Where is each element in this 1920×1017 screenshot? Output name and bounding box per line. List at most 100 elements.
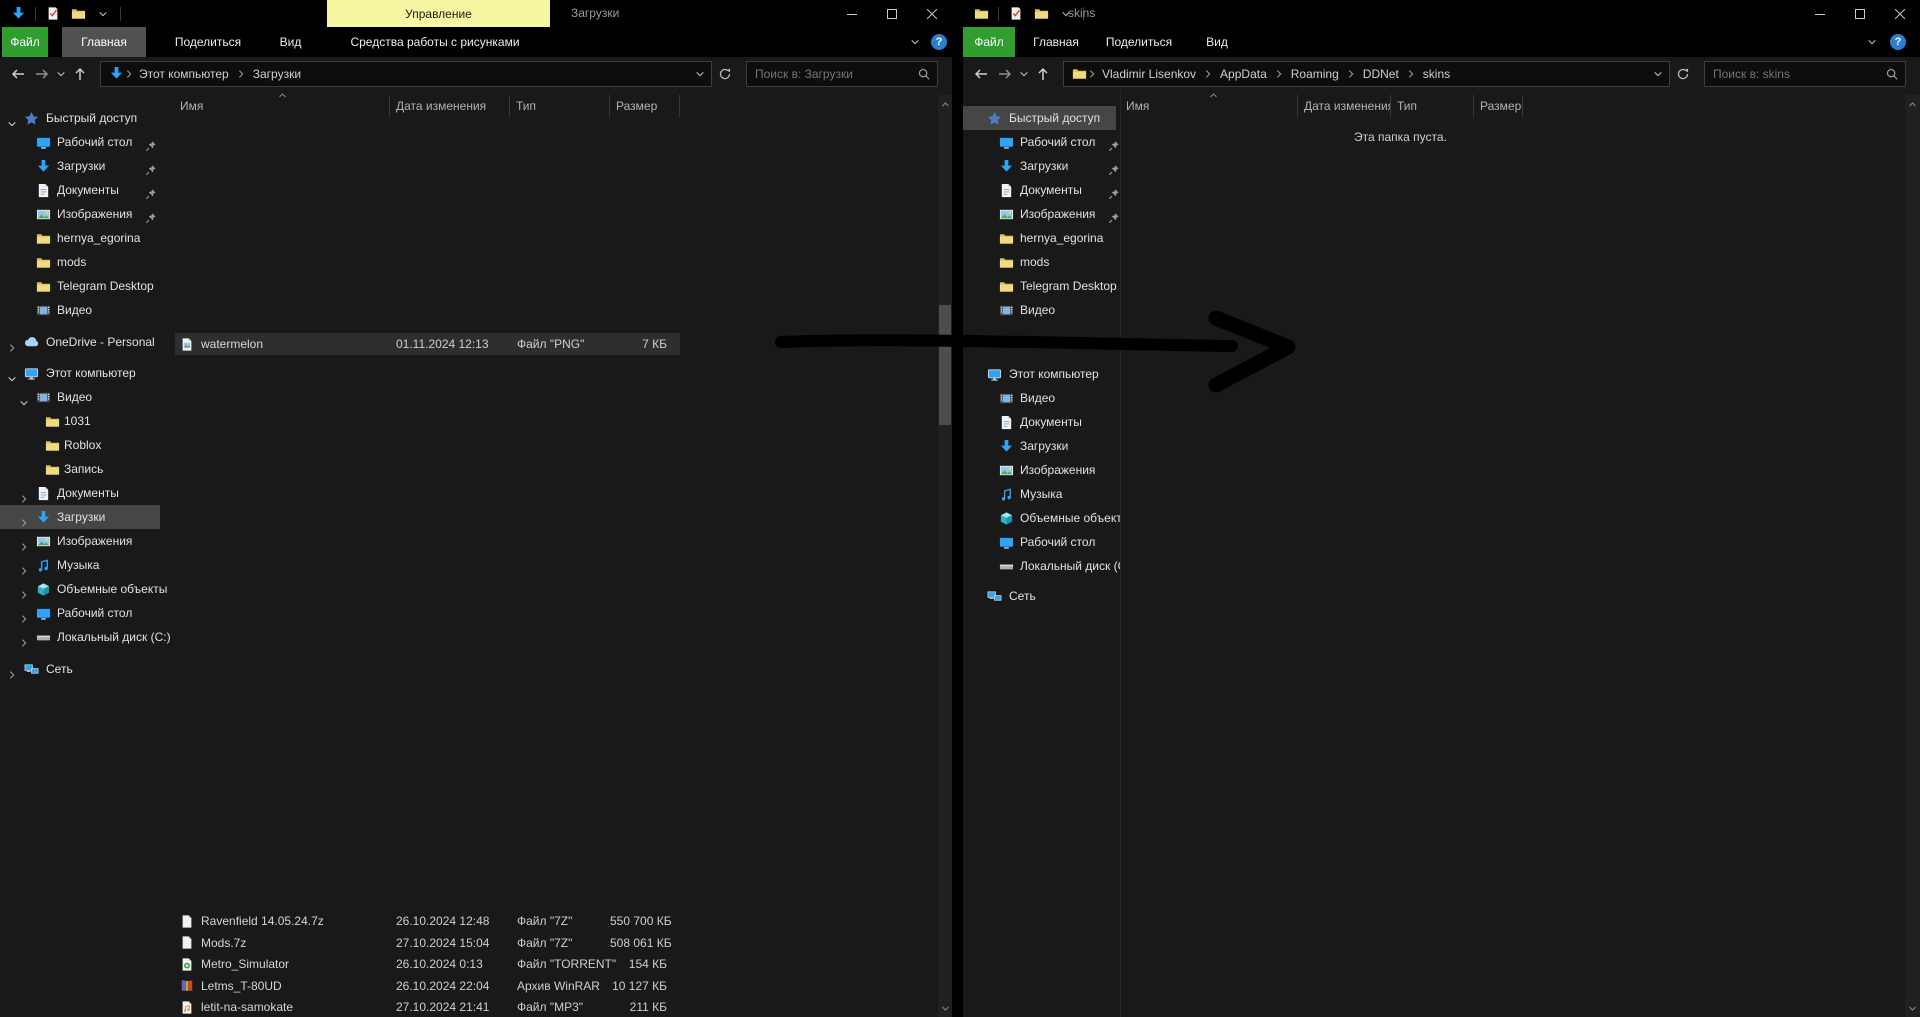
ribbon-tab-share[interactable]: Поделиться (1101, 27, 1177, 57)
ribbon-tab-view[interactable]: Вид (268, 27, 313, 57)
sidebar-item[interactable]: Запись (0, 457, 172, 481)
breadcrumb-segment[interactable]: DDNet (1358, 67, 1404, 81)
file-row[interactable]: Letms_T-80UD 26.10.2024 22:04 Архив WinRAR… (175, 975, 680, 997)
expand-chevron-icon[interactable] (7, 664, 17, 679)
contextual-tab-manage[interactable]: Управление (327, 0, 550, 27)
expand-chevron-icon[interactable] (19, 584, 29, 599)
breadcrumb-segment[interactable]: Vladimir Lisenkov (1097, 67, 1201, 81)
address-dropdown-chevron-icon[interactable] (695, 68, 707, 80)
scrollbar-thumb[interactable] (939, 305, 951, 425)
properties-check-icon[interactable] (45, 6, 61, 22)
recent-locations-chevron-icon[interactable] (54, 62, 68, 86)
sidebar-item[interactable]: Видео (0, 385, 172, 409)
ribbon-tab-home[interactable]: Главная (1027, 27, 1085, 57)
expand-chevron-icon[interactable] (19, 608, 29, 623)
sidebar-item[interactable]: Видео (963, 386, 1120, 410)
help-icon[interactable]: ? (931, 34, 947, 50)
sidebar-item[interactable]: Локальный диск (C:) (0, 625, 172, 649)
maximize-button[interactable] (1840, 0, 1880, 27)
recent-locations-chevron-icon[interactable] (1017, 62, 1031, 86)
vertical-scrollbar[interactable] (938, 95, 952, 1017)
sidebar-item[interactable]: Изображения (963, 458, 1120, 482)
back-button[interactable] (969, 62, 993, 86)
new-folder-icon[interactable] (1033, 6, 1049, 22)
sidebar-item[interactable]: hernya_egorina (0, 226, 172, 250)
properties-check-icon[interactable] (1008, 6, 1024, 22)
sidebar-item[interactable]: Сеть (963, 584, 1120, 608)
sidebar-item[interactable]: mods (0, 250, 172, 274)
search-icon[interactable] (1882, 64, 1902, 84)
column-header-size[interactable]: Размер (610, 95, 680, 117)
refresh-icon[interactable] (712, 62, 738, 86)
sidebar-item[interactable]: Объемные объекты (963, 506, 1120, 530)
collapse-ribbon-icon[interactable] (1867, 36, 1879, 48)
breadcrumb-segment[interactable]: AppData (1215, 67, 1272, 81)
sidebar-item[interactable]: Документы (0, 481, 172, 505)
expand-chevron-icon[interactable] (7, 337, 17, 352)
sidebar-item[interactable]: Музыка (963, 482, 1120, 506)
search-input[interactable] (747, 66, 914, 81)
file-row[interactable]: Ravenfield 14.05.24.7z 26.10.2024 12:48 Фа… (175, 910, 680, 932)
minimize-button[interactable] (832, 0, 872, 27)
vertical-scrollbar[interactable] (1905, 95, 1920, 1017)
downloads-icon[interactable] (10, 6, 26, 22)
sidebar-item[interactable]: Telegram Desktop (963, 274, 1120, 298)
file-row[interactable]: Mods.7z 27.10.2024 15:04 Файл "7Z" 508 061 … (175, 932, 680, 954)
sidebar-item[interactable]: Видео (963, 298, 1120, 322)
breadcrumb-segment[interactable]: Загрузки (248, 67, 306, 81)
refresh-icon[interactable] (1670, 62, 1696, 86)
maximize-button[interactable] (872, 0, 912, 27)
sidebar-item[interactable]: Объемные объекты (0, 577, 172, 601)
breadcrumb-segment[interactable]: Этот компьютер (134, 67, 234, 81)
ribbon-tab-share[interactable]: Поделиться (160, 27, 256, 57)
file-row[interactable]: Metro_Simulator 26.10.2024 0:13 Файл "TORR… (175, 953, 680, 975)
sidebar-item[interactable]: Загрузки (0, 505, 172, 529)
collapse-chevron-icon[interactable] (19, 392, 29, 406)
sidebar-item[interactable]: Рабочий стол (963, 130, 1120, 154)
search-icon[interactable] (914, 64, 934, 84)
sidebar-item[interactable]: Рабочий стол (0, 130, 172, 154)
customize-chevron-icon[interactable] (95, 6, 111, 22)
column-header-date[interactable]: Дата изменения (390, 95, 510, 117)
expand-chevron-icon[interactable] (19, 632, 29, 647)
sidebar-item[interactable]: Telegram Desktop (0, 274, 172, 298)
sidebar-item[interactable]: Документы (963, 178, 1120, 202)
close-button[interactable] (912, 0, 952, 27)
sidebar-item[interactable]: Быстрый доступ (963, 106, 1120, 130)
minimize-button[interactable] (1800, 0, 1840, 27)
expand-chevron-icon[interactable] (19, 560, 29, 575)
sidebar-item[interactable]: Изображения (0, 202, 172, 226)
sidebar-item[interactable]: Рабочий стол (0, 601, 172, 625)
scroll-up-icon[interactable] (1905, 97, 1920, 111)
breadcrumb-segment[interactable]: skins (1418, 67, 1455, 81)
expand-chevron-icon[interactable] (19, 512, 29, 527)
sidebar-item[interactable]: Загрузки (963, 154, 1120, 178)
scroll-down-icon[interactable] (938, 1001, 952, 1015)
breadcrumb-segment[interactable]: Roaming (1286, 67, 1344, 81)
file-row[interactable]: watermelon 01.11.2024 12:13 Файл "PNG" 7 КБ (175, 333, 680, 355)
ribbon-tab-view[interactable]: Вид (1197, 27, 1237, 57)
expand-chevron-icon[interactable] (19, 536, 29, 551)
collapse-chevron-icon[interactable] (7, 113, 17, 127)
ribbon-tab-file[interactable]: Файл (2, 27, 48, 57)
sidebar-item[interactable]: Музыка (0, 553, 172, 577)
collapse-ribbon-icon[interactable] (910, 36, 922, 48)
sidebar-item[interactable]: Изображения (963, 202, 1120, 226)
forward-button[interactable] (993, 62, 1017, 86)
column-header-size[interactable]: Размер (1474, 95, 1523, 117)
address-bar[interactable]: Vladimir Lisenkov AppData Roaming DDNet … (1063, 60, 1670, 87)
up-button[interactable] (68, 62, 92, 86)
sidebar-item[interactable]: Этот компьютер (963, 362, 1120, 386)
new-folder-icon[interactable] (70, 6, 86, 22)
search-input[interactable] (1705, 66, 1882, 81)
expand-chevron-icon[interactable] (19, 488, 29, 503)
ribbon-tab-picture-tools[interactable]: Средства работы с рисунками (331, 27, 539, 57)
back-button[interactable] (6, 62, 30, 86)
ribbon-tab-home[interactable]: Главная (62, 27, 146, 57)
sidebar-item[interactable]: Документы (963, 410, 1120, 434)
scroll-up-icon[interactable] (938, 97, 952, 111)
column-header-type[interactable]: Тип (1391, 95, 1474, 117)
close-button[interactable] (1880, 0, 1920, 27)
up-button[interactable] (1031, 62, 1055, 86)
sidebar-item[interactable]: Сеть (0, 657, 172, 681)
